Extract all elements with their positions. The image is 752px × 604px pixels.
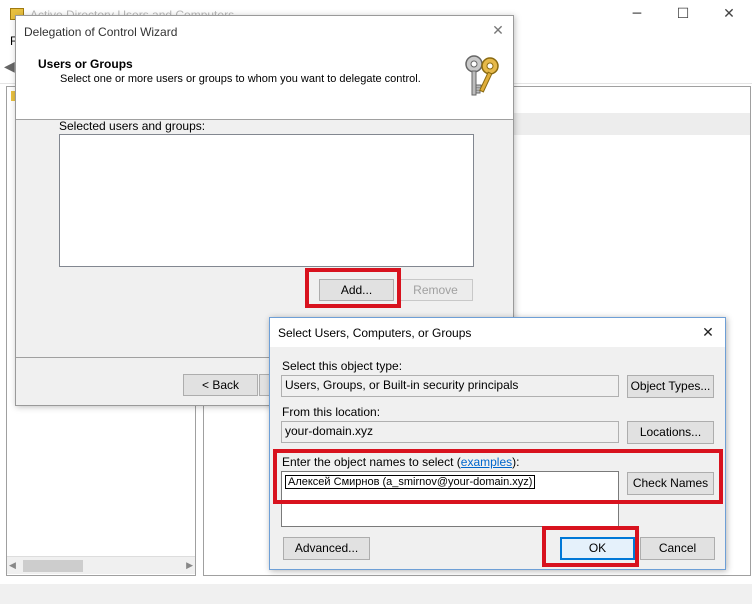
selected-row[interactable]	[514, 113, 750, 135]
wizard-titlebar: Delegation of Control Wizard ✕	[16, 16, 513, 46]
object-names-highlight	[273, 449, 723, 504]
advanced-button[interactable]: Advanced...	[283, 537, 370, 560]
selected-users-list[interactable]	[59, 134, 474, 267]
close-icon[interactable]: ✕	[706, 0, 752, 30]
object-type-field: Users, Groups, or Built-in security prin…	[281, 375, 619, 397]
select-users-title: Select Users, Computers, or Groups	[278, 326, 472, 340]
keys-icon	[465, 55, 499, 96]
scroll-right-icon[interactable]: ▶	[186, 560, 193, 571]
back-button[interactable]: < Back	[183, 374, 258, 396]
add-button-highlight	[305, 268, 401, 308]
close-icon[interactable]: ✕	[697, 322, 719, 344]
ok-button-highlight	[542, 526, 639, 567]
select-users-titlebar: Select Users, Computers, or Groups ✕	[270, 318, 725, 347]
close-icon[interactable]: ✕	[487, 20, 509, 42]
remove-button[interactable]: Remove	[398, 279, 473, 301]
maximize-icon[interactable]: ☐	[660, 0, 706, 30]
location-field: your-domain.xyz	[281, 421, 619, 443]
selected-users-label: Selected users and groups:	[59, 119, 206, 133]
wizard-title: Delegation of Control Wizard	[24, 25, 178, 39]
scroll-thumb[interactable]	[23, 560, 83, 572]
cancel-button[interactable]: Cancel	[640, 537, 715, 560]
wizard-heading: Users or Groups	[38, 57, 133, 71]
tree-horizontal-scrollbar[interactable]: ◀ ▶	[7, 556, 195, 574]
object-types-button[interactable]: Object Types...	[627, 375, 714, 398]
back-arrow-icon[interactable]: ◀	[4, 59, 15, 75]
wizard-header: Users or Groups Select one or more users…	[16, 46, 513, 120]
status-bar	[0, 584, 752, 604]
locations-button[interactable]: Locations...	[627, 421, 714, 444]
location-label: From this location:	[282, 405, 381, 419]
select-users-dialog: Select Users, Computers, or Groups ✕ Sel…	[269, 317, 726, 570]
object-type-label: Select this object type:	[282, 359, 403, 373]
minimize-icon[interactable]: ─	[614, 0, 660, 30]
wizard-subheading: Select one or more users or groups to wh…	[60, 73, 421, 85]
scroll-left-icon[interactable]: ◀	[9, 560, 16, 571]
